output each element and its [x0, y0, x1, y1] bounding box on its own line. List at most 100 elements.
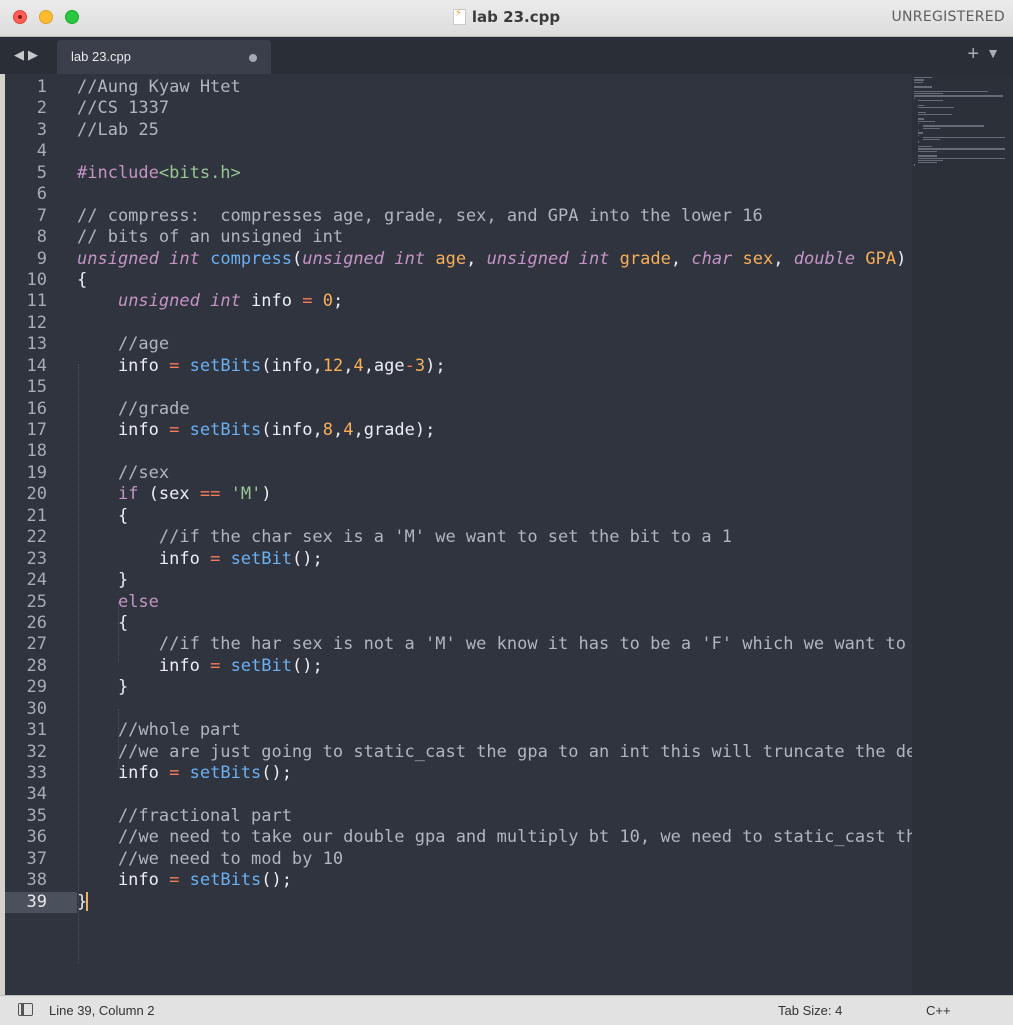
code-line[interactable]: 23 info = setBit(); [0, 549, 912, 570]
code-line[interactable]: 4 [0, 141, 912, 162]
minimap-line [914, 81, 923, 83]
code-line[interactable]: 28 info = setBit(); [0, 656, 912, 677]
minimap-line [914, 77, 932, 79]
line-number: 19 [26, 462, 47, 483]
code-text[interactable]: //grade [77, 399, 190, 419]
code-line[interactable]: 7 // compress: compresses age, grade, sex… [0, 206, 912, 227]
code-text[interactable]: // bits of an unsigned int [77, 227, 343, 247]
line-number: 24 [26, 570, 47, 591]
code-lines[interactable]: 1 //Aung Kyaw Htet 2 //CS 1337 3 //Lab 25 4 5 #i… [0, 77, 912, 997]
code-line[interactable]: 2 //CS 1337 [0, 98, 912, 119]
line-number: 10 [26, 269, 47, 290]
code-text[interactable]: info = setBits(info,8,4,grade); [77, 420, 435, 440]
code-line[interactable]: 38 info = setBits(); [0, 870, 912, 891]
minimap-line [918, 150, 938, 152]
line-number: 25 [26, 591, 47, 612]
tab-menu-chevron-down-icon[interactable]: ▼ [986, 45, 1000, 61]
code-line[interactable]: 14 info = setBits(info,12,4,age-3); [0, 356, 912, 377]
line-number: 37 [26, 848, 47, 869]
code-text[interactable]: } [77, 570, 128, 590]
code-text[interactable]: info = setBit(); [77, 549, 323, 569]
code-line[interactable]: 16 //grade [0, 399, 912, 420]
new-tab-plus-icon[interactable]: + [967, 43, 979, 66]
code-line[interactable]: 32 //we are just going to static_cast th… [0, 742, 912, 763]
code-line[interactable]: 37 //we need to mod by 10 [0, 849, 912, 870]
code-line[interactable]: 13 //age [0, 334, 912, 355]
sidebar-toggle-icon[interactable] [18, 1003, 33, 1016]
code-line[interactable]: 15 [0, 377, 912, 398]
minimap-line [922, 127, 941, 129]
line-number: 4 [36, 141, 47, 162]
code-text[interactable]: } [77, 677, 128, 697]
line-number: 22 [26, 527, 47, 548]
code-text[interactable]: //if the har sex is not a 'M' we know it… [77, 634, 912, 654]
code-line[interactable]: 9 unsigned int compress(unsigned int age,… [0, 249, 912, 270]
code-editor[interactable]: 1 //Aung Kyaw Htet 2 //CS 1337 3 //Lab 25 4 5 #i… [0, 74, 1013, 995]
tab-lab23[interactable]: lab 23.cpp [57, 40, 271, 74]
tab-nav-arrows-icon[interactable]: ◀▶ [14, 47, 42, 63]
syntax-mode[interactable]: C++ [926, 1003, 951, 1018]
code-text[interactable]: info = setBits(); [77, 870, 292, 890]
code-text[interactable]: if (sex == 'M') [77, 484, 272, 504]
code-text[interactable]: //we need to take our double gpa and mul… [77, 827, 912, 847]
minimap-line [918, 146, 932, 148]
minimap-line [914, 86, 932, 88]
code-text[interactable]: //whole part [77, 720, 241, 740]
code-line[interactable]: 39} [0, 891, 912, 914]
minimap[interactable] [912, 74, 1013, 995]
code-text[interactable]: #include<bits.h> [77, 163, 241, 183]
code-text[interactable]: // compress: compresses age, grade, sex,… [77, 206, 763, 226]
code-line[interactable]: 21 { [0, 506, 912, 527]
code-line[interactable]: 11 unsigned int info = 0; [0, 291, 912, 312]
code-text[interactable]: //if the char sex is a 'M' we want to se… [77, 527, 732, 547]
cursor-position[interactable]: Line 39, Column 2 [49, 1003, 155, 1018]
code-text[interactable]: //CS 1337 [77, 98, 169, 118]
code-line[interactable]: 19 //sex [0, 463, 912, 484]
code-line[interactable]: 12 [0, 313, 912, 334]
code-text[interactable]: { [77, 506, 128, 526]
code-line[interactable]: 29 } [0, 677, 912, 698]
code-line[interactable]: 18 [0, 441, 912, 462]
code-line[interactable]: 31 //whole part [0, 720, 912, 741]
code-text[interactable]: //Aung Kyaw Htet [77, 77, 241, 97]
code-line[interactable]: 22 //if the char sex is a 'M' we want to… [0, 527, 912, 548]
code-line[interactable]: 25 else [0, 592, 912, 613]
code-text[interactable]: unsigned int compress(unsigned int age, … [77, 249, 906, 269]
code-text[interactable]: //Lab 25 [77, 120, 159, 140]
minimap-line [918, 159, 943, 162]
line-number: 30 [26, 698, 47, 719]
code-line[interactable]: 33 info = setBits(); [0, 763, 912, 784]
code-line[interactable]: 6 [0, 184, 912, 205]
code-text[interactable]: //sex [77, 463, 169, 483]
code-line[interactable]: 10 { [0, 270, 912, 291]
code-text[interactable]: //fractional part [77, 806, 292, 826]
code-line[interactable]: 8 // bits of an unsigned int [0, 227, 912, 248]
minimap-line [918, 132, 923, 134]
code-text[interactable]: info = setBit(); [77, 656, 323, 676]
code-line[interactable]: 20 if (sex == 'M') [0, 484, 912, 505]
code-line[interactable]: 17 info = setBits(info,8,4,grade); [0, 420, 912, 441]
code-text[interactable]: { [77, 270, 87, 290]
code-line[interactable]: 36 //we need to take our double gpa and … [0, 827, 912, 848]
code-text[interactable]: info = setBits(); [77, 763, 292, 783]
line-number: 9 [36, 248, 47, 269]
code-line[interactable]: 30 [0, 699, 912, 720]
code-line[interactable]: 35 //fractional part [0, 806, 912, 827]
unsaved-dot-icon[interactable] [249, 54, 257, 62]
code-line[interactable]: 24 } [0, 570, 912, 591]
line-number: 38 [26, 870, 47, 891]
code-text[interactable]: //age [77, 334, 169, 354]
code-text[interactable]: unsigned int info = 0; [77, 291, 343, 311]
code-text[interactable]: { [77, 613, 128, 633]
code-line[interactable]: 3 //Lab 25 [0, 120, 912, 141]
code-line[interactable]: 27 //if the har sex is not a 'M' we know… [0, 634, 912, 655]
minimap-line [922, 139, 941, 141]
code-line[interactable]: 1 //Aung Kyaw Htet [0, 77, 912, 98]
code-line[interactable]: 5 #include<bits.h> [0, 163, 912, 184]
code-line[interactable]: 26 { [0, 613, 912, 634]
code-text[interactable]: //we need to mod by 10 [77, 849, 343, 869]
tab-size[interactable]: Tab Size: 4 [778, 1003, 842, 1018]
code-text[interactable]: info = setBits(info,12,4,age-3); [77, 356, 446, 376]
code-text[interactable]: //we are just going to static_cast the g… [77, 742, 912, 762]
code-line[interactable]: 34 [0, 784, 912, 805]
